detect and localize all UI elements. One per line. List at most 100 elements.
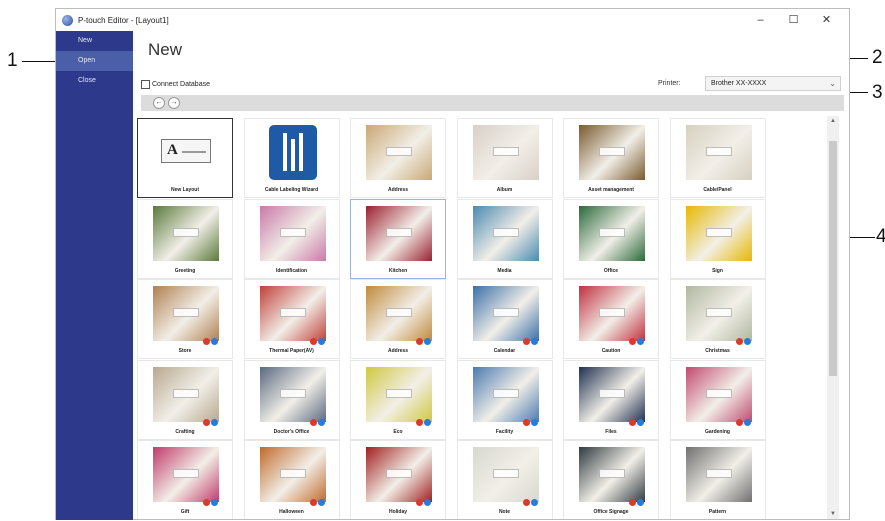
- forward-button[interactable]: →: [168, 97, 180, 109]
- template-tile[interactable]: Office Signage: [563, 440, 659, 519]
- download-badge-icon: [522, 332, 538, 345]
- minimize-button[interactable]: –: [744, 12, 777, 28]
- vertical-scrollbar[interactable]: ▲ ▼: [827, 116, 839, 519]
- connect-database-checkbox[interactable]: Connect Database: [141, 77, 231, 91]
- scroll-thumb[interactable]: [829, 141, 837, 376]
- template-tile[interactable]: Facility: [456, 359, 553, 440]
- sidebar-item-open[interactable]: Open: [56, 51, 133, 71]
- download-badge-icon: [628, 413, 644, 426]
- template-tile[interactable]: Caution: [563, 279, 659, 359]
- template-new-layout[interactable]: A New Layout: [137, 118, 233, 198]
- app-window: P-touch Editor - [Layout1] – ☐ ✕ New Ope…: [55, 8, 850, 520]
- template-label: Office Signage: [593, 509, 629, 515]
- printer-value: Brother XX-XXXX: [711, 80, 767, 87]
- download-badge-icon: [415, 413, 431, 426]
- template-label: Store: [178, 348, 192, 354]
- new-layout-icon: A: [153, 125, 219, 180]
- template-thumbnail: [472, 205, 539, 261]
- template-label: Caution: [601, 348, 621, 354]
- callout-1: 1: [7, 50, 18, 71]
- template-tile[interactable]: Store: [137, 279, 233, 359]
- template-tile[interactable]: Greeting: [137, 198, 233, 279]
- template-label: Thermal Paper(AV): [269, 348, 314, 354]
- template-tile[interactable]: Eco: [350, 359, 446, 440]
- download-badge-icon: [309, 413, 325, 426]
- template-label: Cable Labeling Wizard: [264, 187, 319, 193]
- template-label: Address: [387, 187, 408, 193]
- template-thumbnail: [685, 447, 752, 502]
- template-tile[interactable]: Pattern: [669, 440, 766, 519]
- template-thumbnail: [259, 205, 326, 261]
- template-grid: A New Layout Cable Labeling Wizard Address A…: [135, 116, 825, 519]
- template-label: Halloween: [279, 509, 304, 515]
- sidebar-item-new[interactable]: New: [56, 31, 133, 51]
- download-badge-icon: [735, 332, 751, 345]
- chevron-down-icon: ⌄: [829, 79, 836, 88]
- template-tile[interactable]: Gift: [137, 440, 233, 519]
- template-label: Kitchen: [388, 267, 408, 274]
- template-thumbnail: [579, 205, 645, 261]
- template-label: Identification: [275, 267, 308, 274]
- download-badge-icon: [522, 493, 538, 506]
- download-badge-icon: [628, 493, 644, 506]
- download-badge-icon: [202, 413, 218, 426]
- template-tile[interactable]: Cable Labeling Wizard: [243, 118, 340, 198]
- template-thumbnail: [153, 205, 219, 261]
- template-label: Cable/Panel: [703, 187, 732, 193]
- download-badge-icon: [628, 332, 644, 345]
- sidebar: New Open Close: [56, 31, 133, 520]
- printer-label: Printer:: [658, 80, 681, 87]
- template-thumbnail: [685, 205, 752, 261]
- close-button[interactable]: ✕: [810, 12, 843, 28]
- checkbox-box[interactable]: [141, 79, 150, 89]
- template-thumbnail: [268, 125, 317, 180]
- template-label: Greeting: [174, 267, 196, 274]
- maximize-button[interactable]: ☐: [777, 12, 810, 28]
- template-tile[interactable]: Office: [563, 198, 659, 279]
- template-tile[interactable]: Files: [563, 359, 659, 440]
- template-thumbnail: [366, 205, 432, 261]
- download-badge-icon: [522, 413, 538, 426]
- template-tile[interactable]: Christmas: [669, 279, 766, 359]
- template-label: Eco: [393, 428, 403, 435]
- sidebar-item-close[interactable]: Close: [56, 71, 133, 91]
- template-tile[interactable]: Calendar: [456, 279, 553, 359]
- template-tile[interactable]: Sign: [669, 198, 766, 279]
- template-label: Gardening: [704, 428, 730, 435]
- template-label: Facility: [495, 428, 514, 435]
- template-tile[interactable]: Holiday: [350, 440, 446, 519]
- back-button[interactable]: ←: [153, 97, 165, 109]
- template-tile[interactable]: Album: [456, 118, 553, 198]
- scroll-up-icon[interactable]: ▲: [827, 118, 839, 124]
- download-badge-icon: [415, 493, 431, 506]
- template-label: Calendar: [493, 348, 516, 354]
- template-tile[interactable]: Kitchen: [350, 198, 446, 279]
- template-label: Christmas: [705, 348, 730, 354]
- template-tile[interactable]: Gardening: [669, 359, 766, 440]
- template-tile[interactable]: Note: [456, 440, 553, 519]
- scroll-down-icon[interactable]: ▼: [827, 511, 839, 517]
- template-label: Crafting: [175, 428, 195, 435]
- template-tile[interactable]: Media: [456, 198, 553, 279]
- connect-database-label: Connect Database: [152, 80, 210, 88]
- template-label: Pattern: [708, 509, 727, 515]
- download-badge-icon: [309, 332, 325, 345]
- template-tile[interactable]: Address: [350, 118, 446, 198]
- template-tile[interactable]: Identification: [243, 198, 340, 279]
- template-label: Asset management: [588, 187, 634, 193]
- template-tile[interactable]: Doctor's Office: [243, 359, 340, 440]
- template-tile[interactable]: Thermal Paper(AV): [243, 279, 340, 359]
- template-tile[interactable]: Crafting: [137, 359, 233, 440]
- template-label: New Layout: [170, 187, 200, 193]
- template-tile[interactable]: Halloween: [243, 440, 340, 519]
- template-tile[interactable]: Asset management: [563, 118, 659, 198]
- download-badge-icon: [415, 332, 431, 345]
- template-tile[interactable]: Address: [350, 279, 446, 359]
- template-tile[interactable]: Cable/Panel: [669, 118, 766, 198]
- p-touch-app-icon: [62, 14, 73, 26]
- template-label: Files: [605, 428, 617, 435]
- printer-select[interactable]: Brother XX-XXXX ⌄: [705, 76, 841, 91]
- template-label: Doctor's Office: [273, 428, 310, 435]
- template-label: Sign: [712, 267, 723, 274]
- template-thumbnail: [579, 125, 645, 180]
